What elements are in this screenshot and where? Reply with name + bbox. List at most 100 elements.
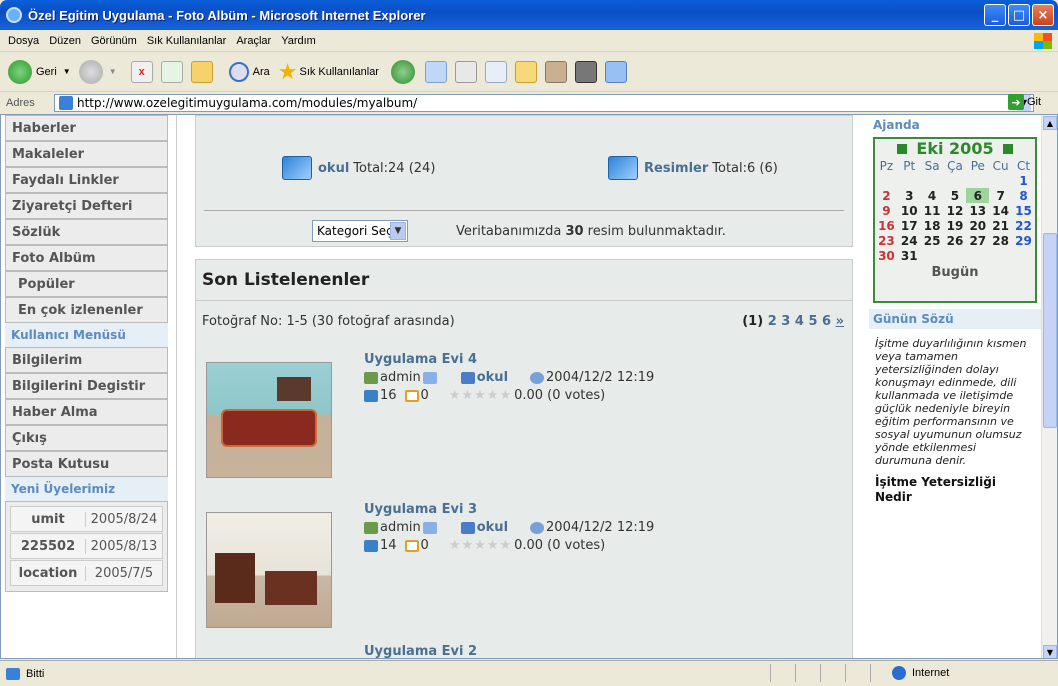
member-name[interactable]: 225502 [11,539,85,554]
calendar-day[interactable]: 24 [898,233,921,248]
research-icon[interactable] [544,60,567,83]
scroll-thumb[interactable] [1043,233,1057,428]
calendar-day[interactable]: 2 [875,188,898,203]
calendar-day[interactable]: 11 [921,203,944,218]
calendar-day-today[interactable]: 6 [966,188,990,203]
calendar-day[interactable]: 15 [1012,203,1035,218]
page-link[interactable]: 5 [808,314,817,329]
page-link[interactable]: 3 [781,314,790,329]
calendar-day[interactable]: 21 [989,218,1012,233]
member-name[interactable]: umit [11,512,85,527]
page-link[interactable]: 2 [768,314,777,329]
nav-dictionary[interactable]: Sözlük [5,219,168,245]
go-button[interactable]: ➜ Git [1008,94,1041,110]
photo-author[interactable]: admin [380,370,421,385]
menu-tools[interactable]: Araçlar [236,35,271,47]
maximize-button[interactable]: □ [1008,4,1030,26]
calendar-day[interactable]: 5 [944,188,967,203]
nav-edit-info[interactable]: Bilgilerini Degistir [5,373,168,399]
mail-icon[interactable] [424,60,447,83]
calendar-day[interactable]: 22 [1012,218,1035,233]
favorites-button[interactable]: ★ Sık Kullanılanlar [278,60,379,83]
photo-category[interactable]: okul [477,370,508,385]
refresh-icon[interactable] [160,60,183,83]
nav-inbox[interactable]: Posta Kutusu [5,451,168,477]
nav-logout[interactable]: Çıkış [5,425,168,451]
media-icon[interactable] [574,60,597,83]
photo-thumbnail[interactable] [206,362,332,478]
calendar-day[interactable]: 16 [875,218,898,233]
prev-month-icon[interactable] [896,144,907,154]
forward-button[interactable]: ▼ [78,59,117,84]
page-link[interactable]: 4 [795,314,804,329]
calendar-day[interactable]: 18 [921,218,944,233]
mail-icon[interactable] [422,371,437,384]
home-icon[interactable] [190,60,213,83]
photo-category[interactable]: okul [477,520,508,535]
close-button[interactable]: × [1032,4,1054,26]
calendar-day[interactable]: 1 [1012,173,1035,188]
edit-icon[interactable] [484,60,507,83]
calendar-day[interactable]: 20 [966,218,989,233]
print-icon[interactable] [454,60,477,83]
menu-file[interactable]: Dosya [8,35,39,47]
photo-title[interactable]: Uygulama Evi 2 [364,644,477,658]
calendar-day[interactable]: 19 [944,218,967,233]
back-button[interactable]: Geri ▼ [8,59,71,84]
category-select[interactable]: Kategori Seçin ▼ [312,220,408,242]
page-link[interactable]: 6 [822,314,831,329]
menu-favorites[interactable]: Sık Kullanılanlar [147,35,227,47]
calendar-day[interactable]: 9 [875,203,898,218]
calendar-day[interactable]: 3 [898,188,921,203]
calendar-day[interactable]: 31 [898,248,921,263]
menu-edit[interactable]: Düzen [49,35,81,47]
nav-news[interactable]: Haberler [5,115,168,141]
calendar-day[interactable]: 14 [989,203,1012,218]
vertical-scrollbar[interactable]: ▲ ▼ [1041,115,1057,658]
calendar-day[interactable]: 4 [921,188,944,203]
calendar-day[interactable]: 13 [966,203,989,218]
nav-photo-album[interactable]: Foto Albüm [5,245,168,271]
address-input[interactable]: http://www.ozelegitimuygulama.com/module… [54,94,1034,112]
rating-stars-icon[interactable]: ★★★★★ [449,388,512,403]
discuss-icon[interactable] [514,60,537,83]
page-next[interactable]: » [836,314,844,329]
minimize-button[interactable]: _ [984,4,1006,26]
photo-thumbnail[interactable] [206,512,332,628]
calendar-day[interactable]: 23 [875,233,898,248]
calendar-day[interactable]: 7 [989,188,1012,203]
quote-link[interactable]: İşitme Yetersizliği Nedir [869,475,1041,505]
scroll-up-icon[interactable]: ▲ [1043,116,1057,130]
calendar-day[interactable]: 29 [1012,233,1035,248]
next-month-icon[interactable] [1003,144,1014,154]
messenger-icon[interactable] [604,60,627,83]
stop-icon[interactable]: x [130,60,153,83]
calendar-day[interactable]: 27 [966,233,989,248]
calendar-day[interactable]: 28 [989,233,1012,248]
menu-view[interactable]: Görünüm [91,35,137,47]
calendar-day[interactable]: 17 [898,218,921,233]
calendar-day[interactable]: 12 [944,203,967,218]
nav-newsletter[interactable]: Haber Alma [5,399,168,425]
nav-popular[interactable]: Popüler [5,271,168,297]
rating-stars-icon[interactable]: ★★★★★ [449,538,512,553]
today-link[interactable]: Bugün [875,265,1035,280]
menu-help[interactable]: Yardım [281,35,316,47]
scroll-down-icon[interactable]: ▼ [1043,645,1057,658]
category-okul[interactable]: okul Total:24 (24) [282,156,435,180]
search-button[interactable]: Ara [228,61,270,82]
photo-title[interactable]: Uygulama Evi 4 [364,352,477,367]
category-resimler[interactable]: Resimler Total:6 (6) [608,156,778,180]
calendar-day[interactable]: 30 [875,248,898,263]
nav-articles[interactable]: Makaleler [5,141,168,167]
calendar-day[interactable]: 8 [1012,188,1035,203]
calendar-day[interactable]: 25 [921,233,944,248]
nav-my-info[interactable]: Bilgilerim [5,347,168,373]
photo-title[interactable]: Uygulama Evi 3 [364,502,477,517]
nav-most-viewed[interactable]: En çok izlenenler [5,297,168,323]
member-name[interactable]: location [11,566,85,581]
photo-author[interactable]: admin [380,520,421,535]
nav-guestbook[interactable]: Ziyaretçi Defteri [5,193,168,219]
mail-icon[interactable] [422,521,437,534]
calendar-day[interactable]: 26 [944,233,967,248]
